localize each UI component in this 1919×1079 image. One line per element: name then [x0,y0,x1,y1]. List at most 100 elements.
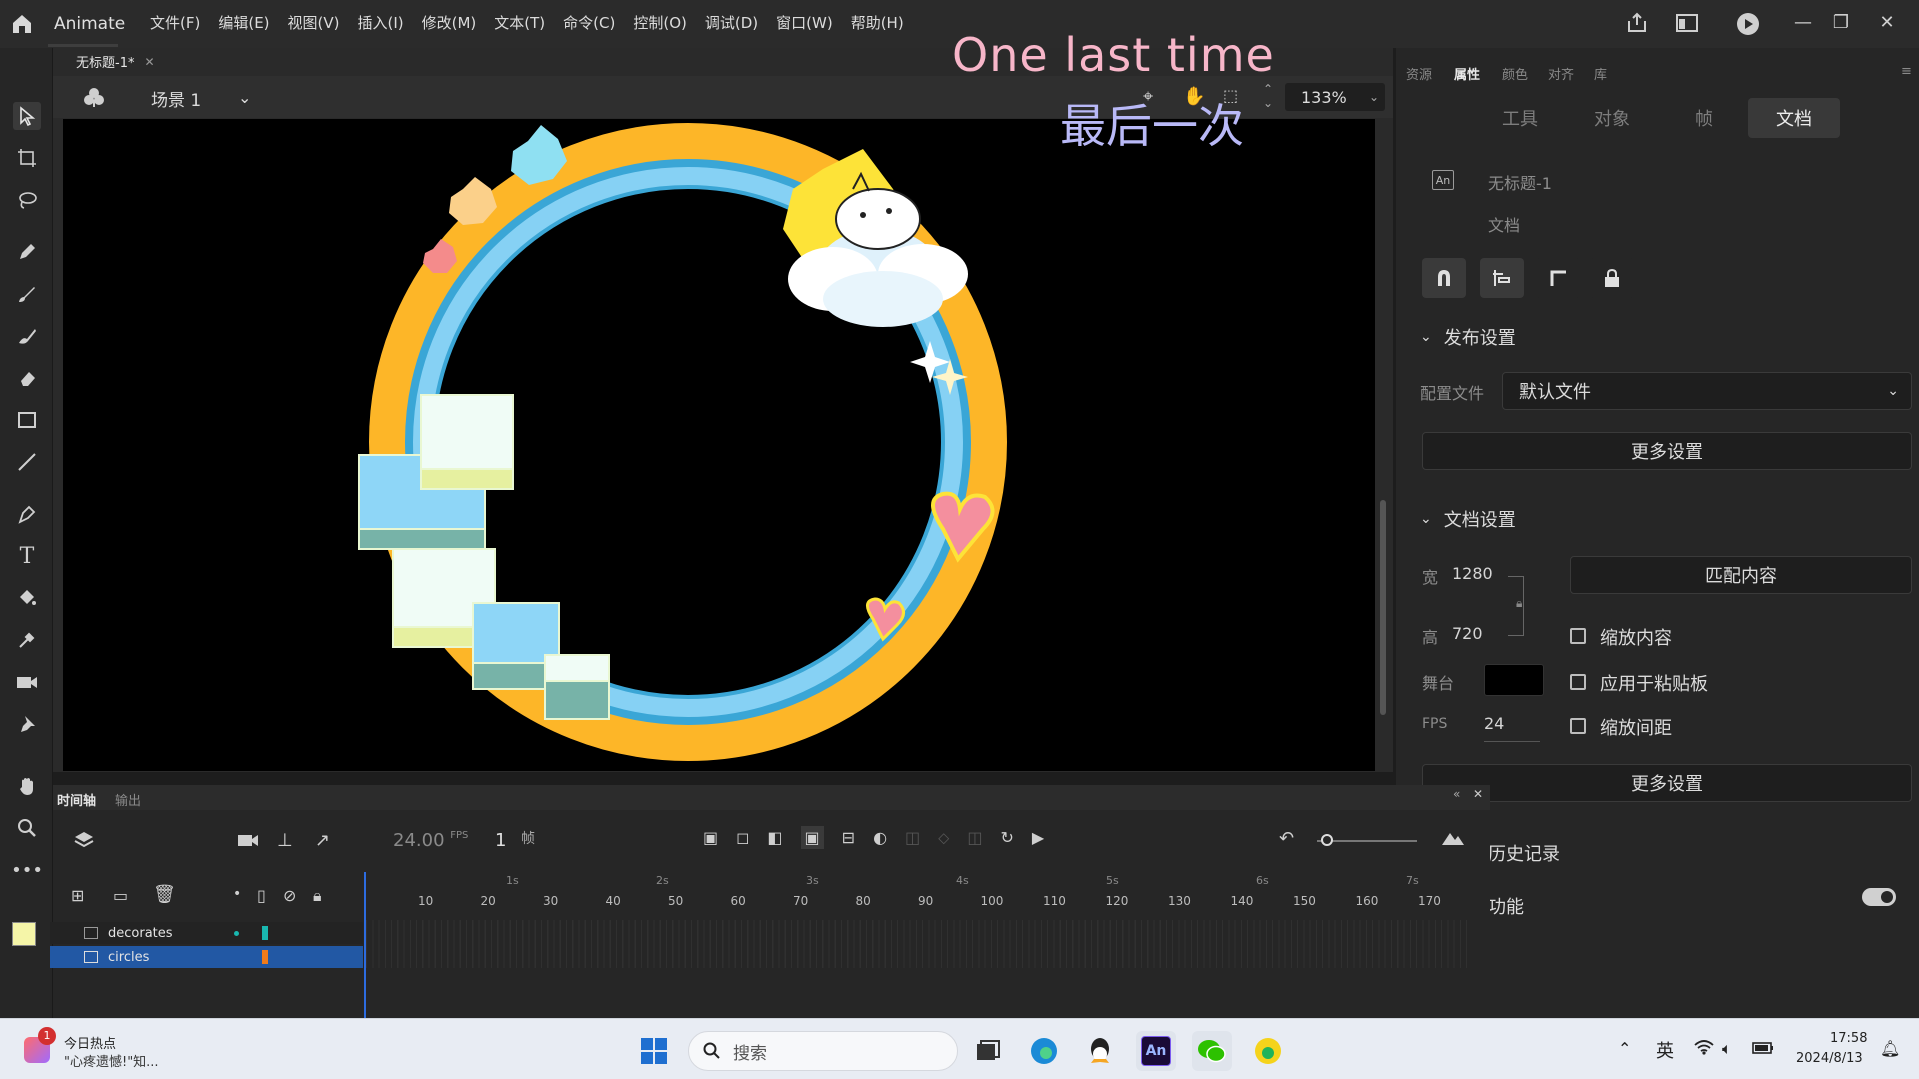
auto-keyframe-icon[interactable]: ▣ [800,826,824,849]
outline-icon[interactable]: ▯ [257,886,266,905]
zoom-stepper-icon[interactable]: ⌃ ⌄ [1263,82,1273,110]
corner-icon[interactable] [1536,258,1580,298]
eraser-tool-icon[interactable] [13,364,41,392]
document-tab[interactable]: 无标题-1* ✕ [76,52,155,72]
snap-magnet-icon[interactable] [1422,258,1466,298]
frame-zoom-slider[interactable] [1317,834,1417,846]
menu-item[interactable]: 编辑(E) [218,12,269,33]
start-icon[interactable] [634,1031,674,1071]
selection-tool-icon[interactable] [13,102,41,130]
paint-brush-tool-icon[interactable] [13,322,41,350]
menu-item[interactable]: 修改(M) [422,12,477,33]
scene-icon[interactable] [83,86,105,108]
layer-row-circles[interactable]: circles [50,946,363,968]
height-input[interactable]: 720 [1452,624,1483,643]
panel-tab-align[interactable]: 对齐 [1548,64,1574,83]
hand-tool-icon[interactable] [13,772,41,800]
fps-display[interactable]: 24.00 FPS [393,830,468,851]
remove-frame-icon[interactable]: ⊟ [842,828,855,847]
layers-icon[interactable] [73,830,95,850]
apply-pasteboard-checkbox[interactable] [1570,674,1586,690]
frames-grid[interactable] [366,920,1471,968]
pen-tool-icon[interactable] [13,500,41,528]
panel-tab-library[interactable]: 库 [1594,64,1607,83]
doc-more-settings-button[interactable]: 更多设置 [1422,764,1912,802]
scale-spacing-checkbox[interactable] [1570,718,1586,734]
paint-bucket-tool-icon[interactable] [13,584,41,612]
insert-keyframe-icon[interactable]: ▣ [703,828,718,847]
layer-color-tag[interactable] [262,926,268,940]
profile-select[interactable]: 默认文件 ⌄ [1502,372,1912,410]
loop-icon[interactable]: ↻ [1000,828,1013,847]
onion-skin-icon[interactable]: ◐ [873,828,887,847]
search-box[interactable]: 搜索 [688,1031,958,1071]
battery-icon[interactable] [1752,1041,1774,1055]
props-tab-tool[interactable]: 工具 [1480,98,1560,138]
menu-item[interactable]: 调试(D) [705,12,758,33]
playhead[interactable] [364,872,366,1018]
collapse-icon[interactable]: « [1453,787,1460,801]
wifi-icon[interactable] [1694,1039,1714,1055]
frame-ruler[interactable]: 1s 2s 3s 4s 5s 6s 7s 10 20 30 40 50 60 70 80 90 100 110 1… [366,872,1471,912]
scale-content-checkbox[interactable] [1570,628,1586,644]
workspace-icon[interactable] [1676,14,1698,32]
menu-item[interactable]: 命令(C) [563,12,615,33]
props-tab-document[interactable]: 文档 [1748,98,1840,138]
scene-name[interactable]: 场景 1 [151,86,201,111]
layer-dot[interactable] [234,930,239,936]
home-icon[interactable] [10,12,34,36]
eyedropper-tool-icon[interactable] [13,626,41,654]
animate-taskbar-icon[interactable]: An [1136,1031,1176,1071]
tray-overflow-icon[interactable]: ⌃ [1618,1039,1631,1058]
line-tool-icon[interactable] [13,448,41,476]
fps-input[interactable]: 24 [1484,714,1540,742]
panel-tab-properties[interactable]: 属性 [1454,64,1480,83]
stage-color-swatch[interactable] [1484,664,1544,696]
highlight-dot-icon[interactable]: • [233,886,241,902]
ime-indicator[interactable]: 英 [1656,1037,1674,1063]
props-tab-object[interactable]: 对象 [1572,98,1652,138]
qq-icon[interactable] [1080,1031,1120,1071]
menu-item[interactable]: 帮助(H) [851,12,904,33]
restore-button[interactable]: ❐ [1826,8,1856,36]
tab-timeline[interactable]: 时间轴 [57,790,96,809]
share-icon[interactable] [1626,12,1648,34]
test-movie-icon[interactable] [1736,12,1760,36]
wechat-icon[interactable] [1192,1031,1232,1071]
lock-ratio-icon[interactable]: 🔒︎ [1516,596,1522,611]
mountain-icon[interactable] [1441,828,1465,846]
panel-tab-color[interactable]: 颜色 [1502,64,1528,83]
onion-range-icon[interactable]: ◫ [967,828,982,847]
delete-layer-icon[interactable]: 🗑︎ [153,884,176,905]
parenting-icon[interactable]: ⊥ [277,830,293,851]
minimize-button[interactable]: — [1788,8,1818,36]
layer-color-tag[interactable] [262,950,268,964]
close-button[interactable]: ✕ [1872,8,1902,36]
history-section[interactable]: 历史记录 [1488,840,1560,866]
match-contents-button[interactable]: 匹配内容 [1570,556,1912,594]
clock-date[interactable]: 2024/8/13 [1796,1051,1863,1066]
clock-time[interactable]: 17:58 [1830,1031,1867,1046]
publish-more-settings-button[interactable]: 更多设置 [1422,432,1912,470]
more-tools-icon[interactable]: ••• [11,856,43,884]
blank-keyframe-icon[interactable]: ◻ [736,828,749,847]
pencil-tool-icon[interactable] [13,238,41,266]
news-widget[interactable]: 1 今日热点 "心疼遗憾!"知... [20,1027,200,1071]
edge-icon[interactable] [1024,1031,1064,1071]
menu-item[interactable]: 控制(O) [633,12,687,33]
tab-output[interactable]: 输出 [115,790,141,809]
lock-icon[interactable] [1590,258,1634,298]
current-frame[interactable]: 1 [495,830,506,851]
close-panel-icon[interactable]: ✕ [1473,787,1483,801]
width-input[interactable]: 1280 [1452,564,1493,583]
features-toggle[interactable] [1862,888,1896,906]
insert-frame-icon[interactable]: ◧ [767,828,782,847]
panel-tab-assets[interactable]: 资源 [1406,64,1432,83]
lock-layer-icon[interactable]: 🔒︎ [313,886,322,906]
pin-tool-icon[interactable] [13,710,41,738]
menu-item[interactable]: 插入(I) [358,12,404,33]
camera-tool-icon[interactable] [13,668,41,696]
stage-canvas[interactable] [63,119,1375,771]
fill-color-swatch[interactable] [12,922,36,946]
layer-row-decorates[interactable]: decorates [50,922,363,944]
